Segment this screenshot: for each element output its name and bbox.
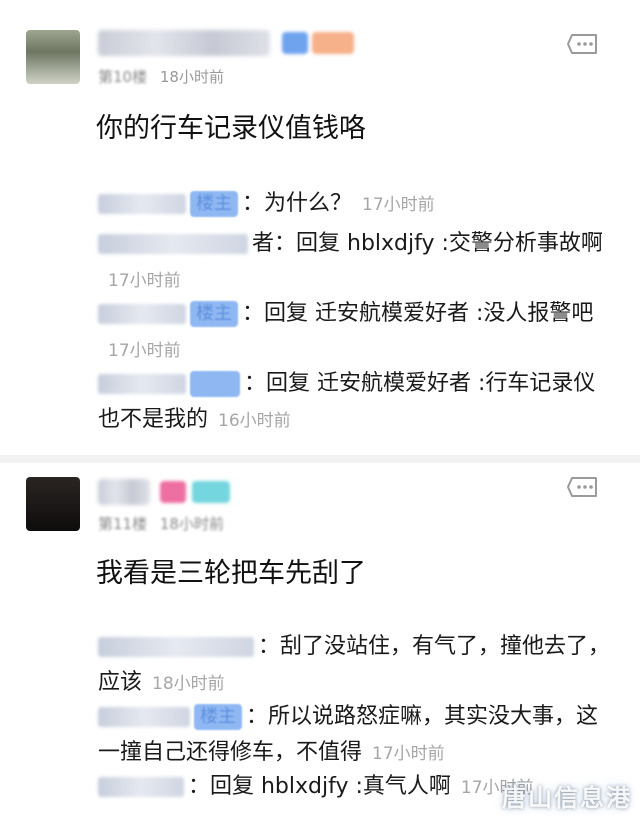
post-time: 18小时前 (159, 515, 224, 533)
comment-more-icon[interactable] (566, 32, 600, 56)
reply-time: 16小时前 (218, 411, 291, 431)
reply-text: ：为什么？ (242, 191, 353, 216)
reply-time: 17小时前 (362, 195, 435, 215)
reply-item[interactable]: ：刮了没站住，有气了，撞他去了，应该 18小时前 (98, 629, 616, 702)
gender-badge (160, 481, 186, 503)
comment-floor-10: 第10楼 18小时前 你的行车记录仪值钱咯 楼主 ：为什么？ 17小时前 者：回复 … (0, 0, 640, 455)
comment-text: 你的行车记录仪值钱咯 (96, 113, 366, 144)
reply-item[interactable]: ：回复 迁安航模爱好者 :行车记录仪也不是我的 16小时前 (98, 366, 616, 439)
user-badge (190, 371, 240, 397)
floor-number: 第10楼 (98, 68, 148, 86)
reply-item[interactable]: 者：回复 hblxdjfy :交警分析事故啊 17小时前 (98, 226, 616, 299)
comment-page: 第10楼 18小时前 你的行车记录仪值钱咯 楼主 ：为什么？ 17小时前 者：回复 … (0, 0, 640, 821)
reply-username-blurred[interactable] (98, 234, 248, 254)
reply-username-blurred[interactable] (98, 194, 186, 214)
reply-name-suffix: 者 (252, 231, 275, 256)
reply-item[interactable]: 楼主 ：回复 迁安航模爱好者 :没人报警吧 17小时前 (98, 296, 616, 369)
comment-more-icon[interactable] (566, 475, 600, 499)
reply-text: ：回复 hblxdjfy :交警分析事故啊 (274, 231, 603, 256)
reply-username-blurred[interactable] (98, 637, 254, 657)
post-time: 18小时前 (159, 68, 224, 86)
reply-time: 18小时前 (152, 674, 225, 694)
member-badge (312, 32, 354, 54)
reply-text: ：回复 hblxdjfy :真气人啊 (188, 774, 451, 799)
host-badge: 楼主 (190, 191, 238, 217)
level-badge (282, 32, 308, 54)
comment-floor-11: 第11楼 18小时前 我看是三轮把车先刮了 ：刮了没站住，有气了，撞他去了，应该… (0, 455, 640, 821)
post-meta: 第11楼 18小时前 (98, 513, 232, 534)
level-badge (192, 481, 230, 503)
reply-time: 17小时前 (372, 744, 445, 764)
site-watermark: 唐山信息港 (502, 784, 632, 812)
comment-text: 我看是三轮把车先刮了 (96, 558, 366, 589)
username-blurred[interactable] (98, 30, 270, 56)
reply-username-blurred[interactable] (98, 304, 186, 324)
reply-item[interactable]: 楼主 ：所以说路怒症嘛，其实没大事，这一撞自己还得修车，不值得 17小时前 (98, 699, 616, 772)
host-badge: 楼主 (190, 301, 238, 327)
avatar[interactable] (26, 30, 80, 84)
reply-username-blurred[interactable] (98, 777, 184, 797)
host-badge: 楼主 (194, 704, 242, 730)
reply-username-blurred[interactable] (98, 374, 186, 394)
post-meta: 第10楼 18小时前 (98, 66, 224, 87)
avatar[interactable] (26, 477, 80, 531)
reply-time: 17小时前 (108, 341, 181, 361)
reply-item[interactable]: 楼主 ：为什么？ 17小时前 (98, 186, 616, 223)
reply-text: ：回复 迁安航模爱好者 :没人报警吧 (242, 301, 594, 326)
username-blurred[interactable] (98, 479, 150, 505)
reply-username-blurred[interactable] (98, 707, 190, 727)
reply-time: 17小时前 (108, 271, 181, 291)
floor-number: 第11楼 (98, 515, 148, 533)
